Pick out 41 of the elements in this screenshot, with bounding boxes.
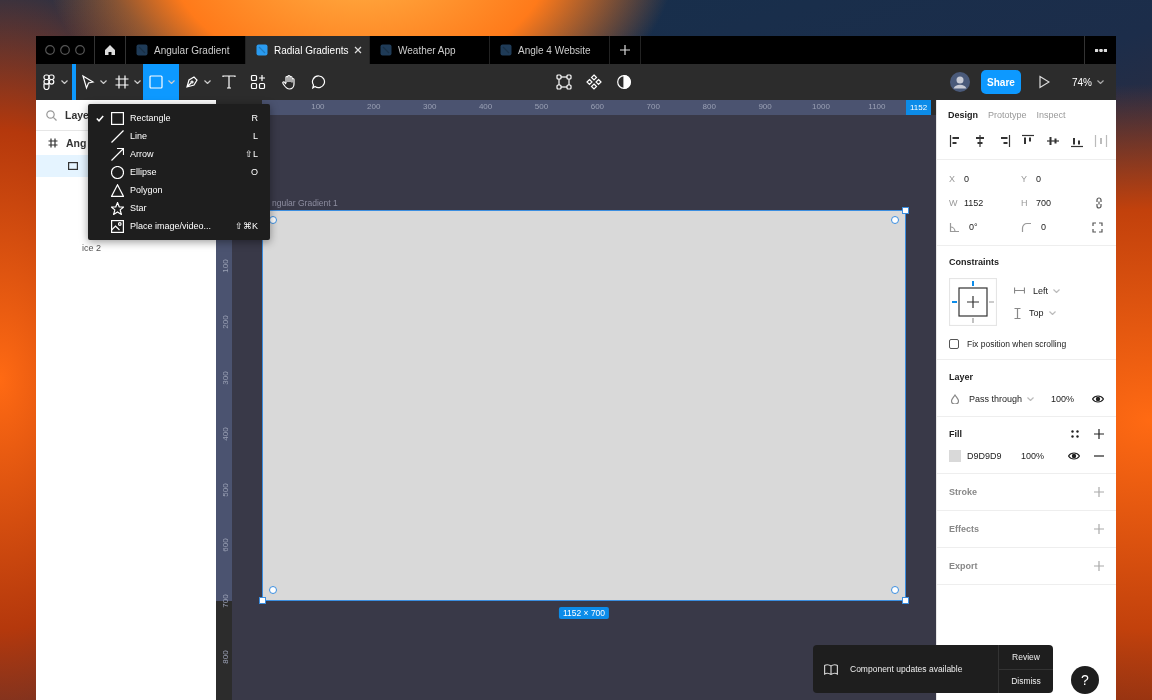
layer-name: Ang [66, 137, 87, 149]
shortcut-label: ⇧L [245, 149, 258, 159]
section-title: Layer [949, 372, 975, 382]
page-name: ice 2 [82, 243, 102, 253]
size-badge: 1152 × 700 [558, 607, 610, 619]
ruler-label: 600 [220, 538, 231, 553]
ruler-label: 800 [220, 650, 231, 664]
ruler-label: 1100 [868, 102, 886, 112]
shortcut-label: ⇧⌘K [235, 221, 258, 231]
section-title: Export [949, 561, 978, 571]
notification-text: Component updates available [850, 664, 963, 674]
ruler-label: 500 [220, 482, 231, 497]
shortcut-label: R [251, 113, 258, 123]
section-title: Effects [949, 524, 979, 534]
ruler-label: 600 [590, 102, 605, 112]
ruler-label: 200 [367, 102, 381, 112]
shortcut-label: L [253, 131, 258, 141]
section-title: Fill [949, 429, 963, 439]
ruler-label: 300 [220, 371, 231, 385]
ruler-label: 500 [534, 102, 549, 112]
ruler-label: 400 [220, 426, 231, 441]
ruler-label: 100 [220, 259, 231, 273]
ruler-label: 1000 [812, 102, 830, 112]
ruler-end-label: 1152 [906, 100, 932, 115]
search-field-text: Laye [65, 109, 89, 121]
ruler-label: 700 [220, 594, 231, 608]
ruler-label: 300 [423, 102, 437, 112]
shortcut-label: O [251, 167, 258, 177]
ruler-label: 700 [646, 102, 660, 112]
section-title: Constraints [949, 257, 1000, 267]
checkbox-label: Fix position when scrolling [967, 339, 1067, 349]
ruler-label: 200 [220, 315, 231, 329]
ruler-label: 400 [478, 102, 493, 112]
section-title: Stroke [949, 487, 977, 497]
field-label: Y [1021, 174, 1027, 184]
field-label: X [949, 174, 955, 184]
frame-label: ngular Gradient 1 [272, 198, 338, 208]
ruler-label: 800 [702, 102, 716, 112]
ruler-label: 900 [758, 102, 772, 112]
ruler-label: 100 [311, 102, 325, 112]
field-label: H [1021, 198, 1027, 208]
